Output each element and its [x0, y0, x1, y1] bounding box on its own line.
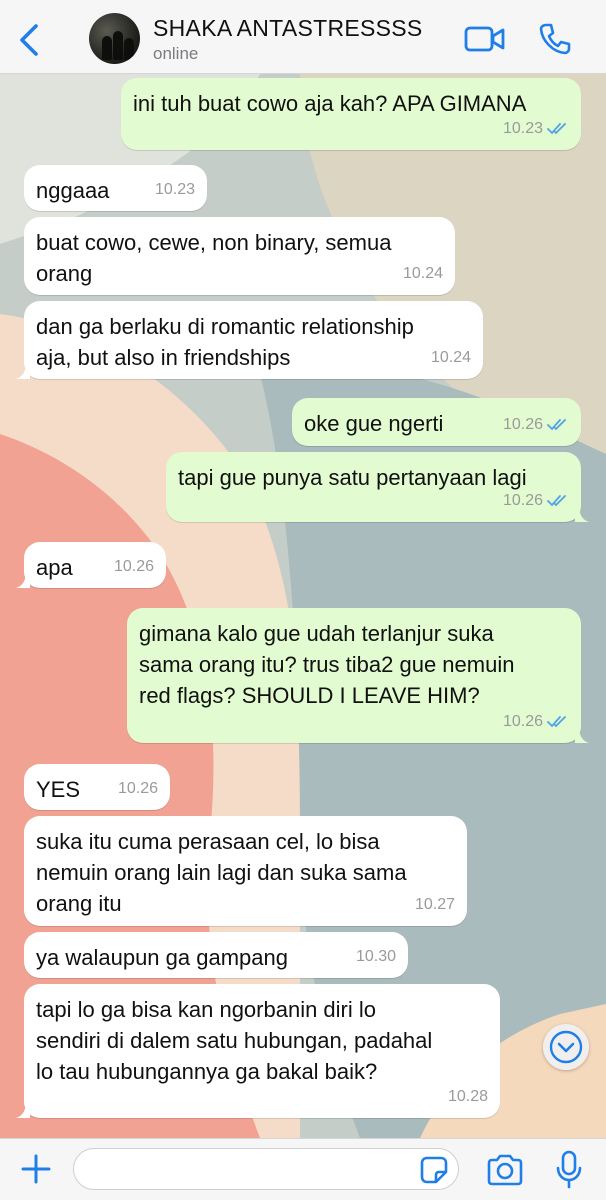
message-meta: 10.26 — [503, 485, 569, 516]
message-time: 10.26 — [502, 713, 543, 730]
message-time: 10.26 — [113, 558, 154, 575]
attach-button[interactable] — [20, 1153, 52, 1185]
voice-call-button[interactable] — [538, 22, 572, 56]
message-time: 10.26 — [502, 492, 543, 509]
video-call-button[interactable] — [464, 24, 506, 54]
chat-header: SHAKA ANTASTRESSSS online — [0, 0, 606, 74]
message-bubble-incoming[interactable]: ya walaupun ga gampang 10.30 — [24, 932, 408, 978]
bubble-tail — [16, 365, 30, 379]
message-time: 10.26 — [502, 416, 543, 433]
read-ticks-icon — [547, 418, 566, 430]
contact-avatar[interactable] — [89, 13, 140, 64]
message-text: tapi lo ga bisa kan ngorbanin diri lo se… — [36, 997, 433, 1084]
camera-icon — [487, 1154, 523, 1186]
read-ticks-icon — [547, 494, 566, 506]
camera-button[interactable] — [486, 1154, 524, 1186]
chevron-left-icon — [20, 24, 38, 56]
message-bubble-incoming[interactable]: buat cowo, cewe, non binary, semua orang… — [24, 217, 455, 295]
bubble-tail — [16, 1104, 30, 1118]
message-text: ya walaupun ga gampang — [36, 945, 288, 970]
message-input[interactable] — [73, 1148, 459, 1190]
message-time: 10.23 — [502, 120, 543, 137]
chevron-down-circle-icon — [549, 1030, 583, 1064]
message-meta: 10.23 — [503, 113, 569, 144]
message-time: 10.23 — [154, 181, 195, 198]
message-bubble-incoming[interactable]: YES 10.26 — [24, 764, 170, 810]
read-ticks-icon — [547, 122, 566, 134]
message-time: 10.27 — [414, 896, 455, 913]
sticker-button[interactable] — [420, 1156, 448, 1184]
bubble-tail — [575, 729, 589, 743]
message-bubble-incoming[interactable]: apa 10.26 — [24, 542, 166, 588]
message-meta: 10.26 — [503, 706, 569, 737]
message-bubble-outgoing[interactable]: gimana kalo gue udah terlanjur suka sama… — [127, 608, 581, 743]
contact-status: online — [153, 44, 199, 63]
message-bubble-incoming[interactable]: dan ga berlaku di romantic relationship … — [24, 301, 483, 379]
contact-name[interactable]: SHAKA ANTASTRESSSS — [153, 15, 423, 42]
video-camera-icon — [464, 26, 505, 52]
message-bubble-incoming[interactable]: tapi lo ga bisa kan ngorbanin diri lo se… — [24, 984, 500, 1118]
message-text: gimana kalo gue udah terlanjur suka sama… — [139, 621, 515, 708]
read-ticks-icon — [547, 715, 566, 727]
composer-bar — [0, 1138, 606, 1200]
message-time: 10.26 — [117, 780, 158, 797]
message-time: 10.24 — [430, 349, 471, 366]
microphone-icon — [556, 1150, 582, 1189]
message-bubble-outgoing[interactable]: ini tuh buat cowo aja kah? APA GIMANA 10… — [121, 78, 581, 150]
message-bubble-outgoing[interactable]: oke gue ngerti 10.26 — [292, 398, 581, 446]
message-bubble-outgoing[interactable]: tapi gue punya satu pertanyaan lagi 10.2… — [166, 452, 581, 522]
bubble-tail — [575, 508, 589, 522]
plus-icon — [21, 1154, 51, 1184]
message-time: 10.24 — [402, 265, 443, 282]
message-text: suka itu cuma perasaan cel, lo bisa nemu… — [36, 829, 407, 916]
bubble-tail — [16, 574, 30, 588]
message-bubble-incoming[interactable]: nggaaa 10.23 — [24, 165, 207, 211]
back-button[interactable] — [14, 20, 44, 60]
message-text: dan ga berlaku di romantic relationship … — [36, 314, 414, 370]
scroll-to-bottom-button[interactable] — [543, 1024, 589, 1070]
message-time: 10.28 — [447, 1088, 488, 1105]
sticker-icon — [420, 1156, 448, 1184]
message-bubble-incoming[interactable]: suka itu cuma perasaan cel, lo bisa nemu… — [24, 816, 467, 926]
message-meta: 10.26 — [503, 409, 569, 440]
message-text: buat cowo, cewe, non binary, semua orang — [36, 230, 392, 286]
phone-icon — [539, 23, 571, 55]
message-list[interactable]: ini tuh buat cowo aja kah? APA GIMANA 10… — [0, 74, 606, 1138]
message-time: 10.30 — [355, 948, 396, 965]
voice-message-button[interactable] — [556, 1150, 582, 1190]
